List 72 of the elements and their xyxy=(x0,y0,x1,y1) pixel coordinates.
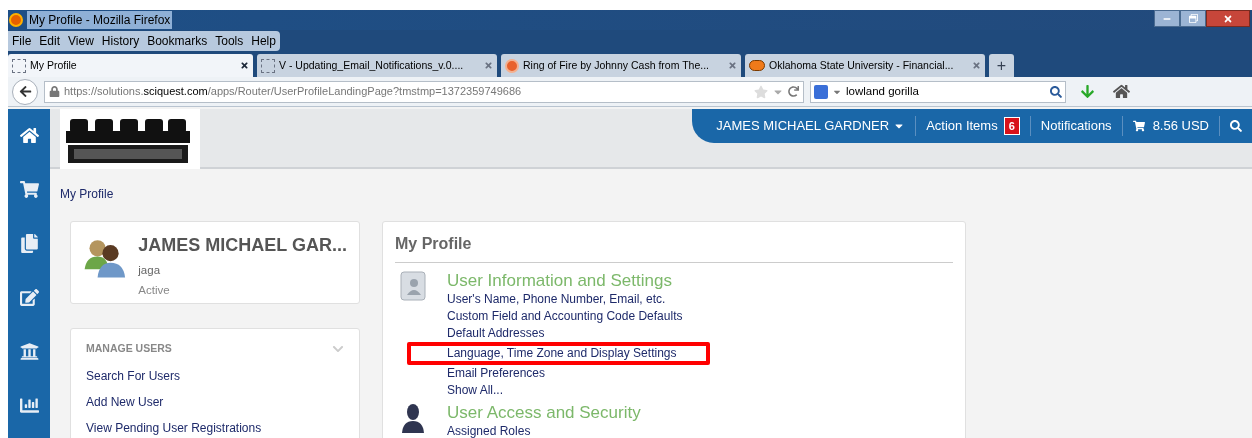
manage-link[interactable]: View Pending User Registrations xyxy=(86,418,344,437)
record-icon xyxy=(505,58,519,73)
search-engine-icon[interactable] xyxy=(814,84,828,99)
person-silhouette-icon xyxy=(399,403,427,433)
logo-icon xyxy=(749,60,765,71)
home-icon[interactable] xyxy=(1113,83,1130,100)
menu-item[interactable]: Edit xyxy=(39,32,61,50)
count-badge: 6 xyxy=(1003,116,1020,136)
menu-item[interactable]: File xyxy=(12,32,32,50)
user-menu[interactable]: JAMES MICHAEL GARDNER xyxy=(716,116,906,136)
reload-icon[interactable] xyxy=(788,86,799,97)
docs-icon[interactable] xyxy=(19,234,39,253)
restore-icon xyxy=(1188,14,1198,23)
search-icon[interactable] xyxy=(1050,85,1062,98)
contact-book-icon xyxy=(399,271,427,301)
window-title: My Profile - Mozilla Firefox xyxy=(27,11,173,29)
settings-link[interactable]: Custom Field and Accounting Code Defaults xyxy=(447,309,683,324)
cart-icon[interactable] xyxy=(19,180,39,199)
home-icon[interactable] xyxy=(19,126,39,145)
settings-link[interactable]: Assigned Roles xyxy=(447,424,531,438)
page-icon xyxy=(261,58,275,73)
manage-link[interactable]: Add New User xyxy=(86,392,344,411)
settings-link[interactable]: Default Addresses xyxy=(447,326,545,341)
username: jaga xyxy=(138,263,162,278)
menu-item[interactable]: History xyxy=(101,32,140,50)
settings-link[interactable]: Email Preferences xyxy=(447,366,546,381)
firefox-icon xyxy=(9,13,23,27)
search-field[interactable]: lowland gorilla xyxy=(810,80,1066,103)
card-title: My Profile xyxy=(395,232,953,263)
card-heading: MANAGE USERS xyxy=(86,341,172,356)
settings-link[interactable]: Language, Time Zone and Display Settings xyxy=(447,346,677,361)
manage-link[interactable]: Search For Users xyxy=(86,366,344,385)
star-icon[interactable] xyxy=(754,84,768,99)
settings-link[interactable]: User's Name, Phone Number, Email, etc. xyxy=(447,292,666,307)
back-button[interactable] xyxy=(12,78,38,105)
back-arrow-icon xyxy=(18,85,32,98)
close-button[interactable] xyxy=(1206,10,1250,27)
edit-icon[interactable] xyxy=(19,288,39,307)
menu-item[interactable]: Tools xyxy=(215,32,244,50)
download-icon[interactable] xyxy=(1080,84,1095,99)
menu-item[interactable]: Help xyxy=(251,32,276,50)
tab-title: V - Updating_Email_Notifications_v.0.... xyxy=(279,57,465,73)
menu-item[interactable]: View xyxy=(68,32,94,50)
chart-icon[interactable] xyxy=(19,396,39,415)
url-text: https://solutions.sciquest.com/apps/Router/UserProfileLandingPage?tmstmp=1372359749686 xyxy=(64,84,523,100)
search-value: lowland gorilla xyxy=(846,83,920,99)
tab-title: My Profile xyxy=(30,57,78,73)
user-name: JAMES MICHAEL GAR... xyxy=(138,234,347,257)
minimize-button[interactable] xyxy=(1154,10,1180,27)
lock-icon xyxy=(49,86,60,97)
breadcrumb[interactable]: My Profile xyxy=(60,187,114,201)
browser-tab[interactable]: Oklahoma State University - Financial... xyxy=(745,54,985,77)
action-items-link[interactable]: Action Items xyxy=(926,116,998,136)
cart-icon[interactable] xyxy=(1132,120,1145,132)
tab-title: Oklahoma State University - Financial... xyxy=(769,57,955,73)
menu-item[interactable]: Bookmarks xyxy=(147,32,208,50)
browser-tab[interactable]: V - Updating_Email_Notifications_v.0.... xyxy=(257,54,497,77)
search-icon[interactable] xyxy=(1230,120,1242,132)
close-tab-icon[interactable] xyxy=(240,61,249,70)
settings-link[interactable]: Show All... xyxy=(447,383,504,398)
notifications-link[interactable]: Notifications xyxy=(1040,116,1112,136)
cart-total[interactable]: 8.56 USD xyxy=(1152,116,1209,136)
close-icon xyxy=(1223,13,1233,24)
bank-icon[interactable] xyxy=(19,342,39,361)
address-field[interactable]: https://solutions.sciquest.com/apps/Router/UserProfileLandingPage?tmstmp=1372359749686 xyxy=(44,80,804,103)
new-tab-button[interactable]: + xyxy=(989,54,1014,77)
restore-button[interactable] xyxy=(1180,10,1206,27)
page-icon xyxy=(12,58,26,73)
browser-tab[interactable]: Ring of Fire by Johnny Cash from The... xyxy=(501,54,741,77)
status-text: Active xyxy=(138,283,171,299)
tab-title: Ring of Fire by Johnny Cash from The... xyxy=(523,57,710,73)
browser-tab[interactable]: My Profile xyxy=(8,54,253,77)
